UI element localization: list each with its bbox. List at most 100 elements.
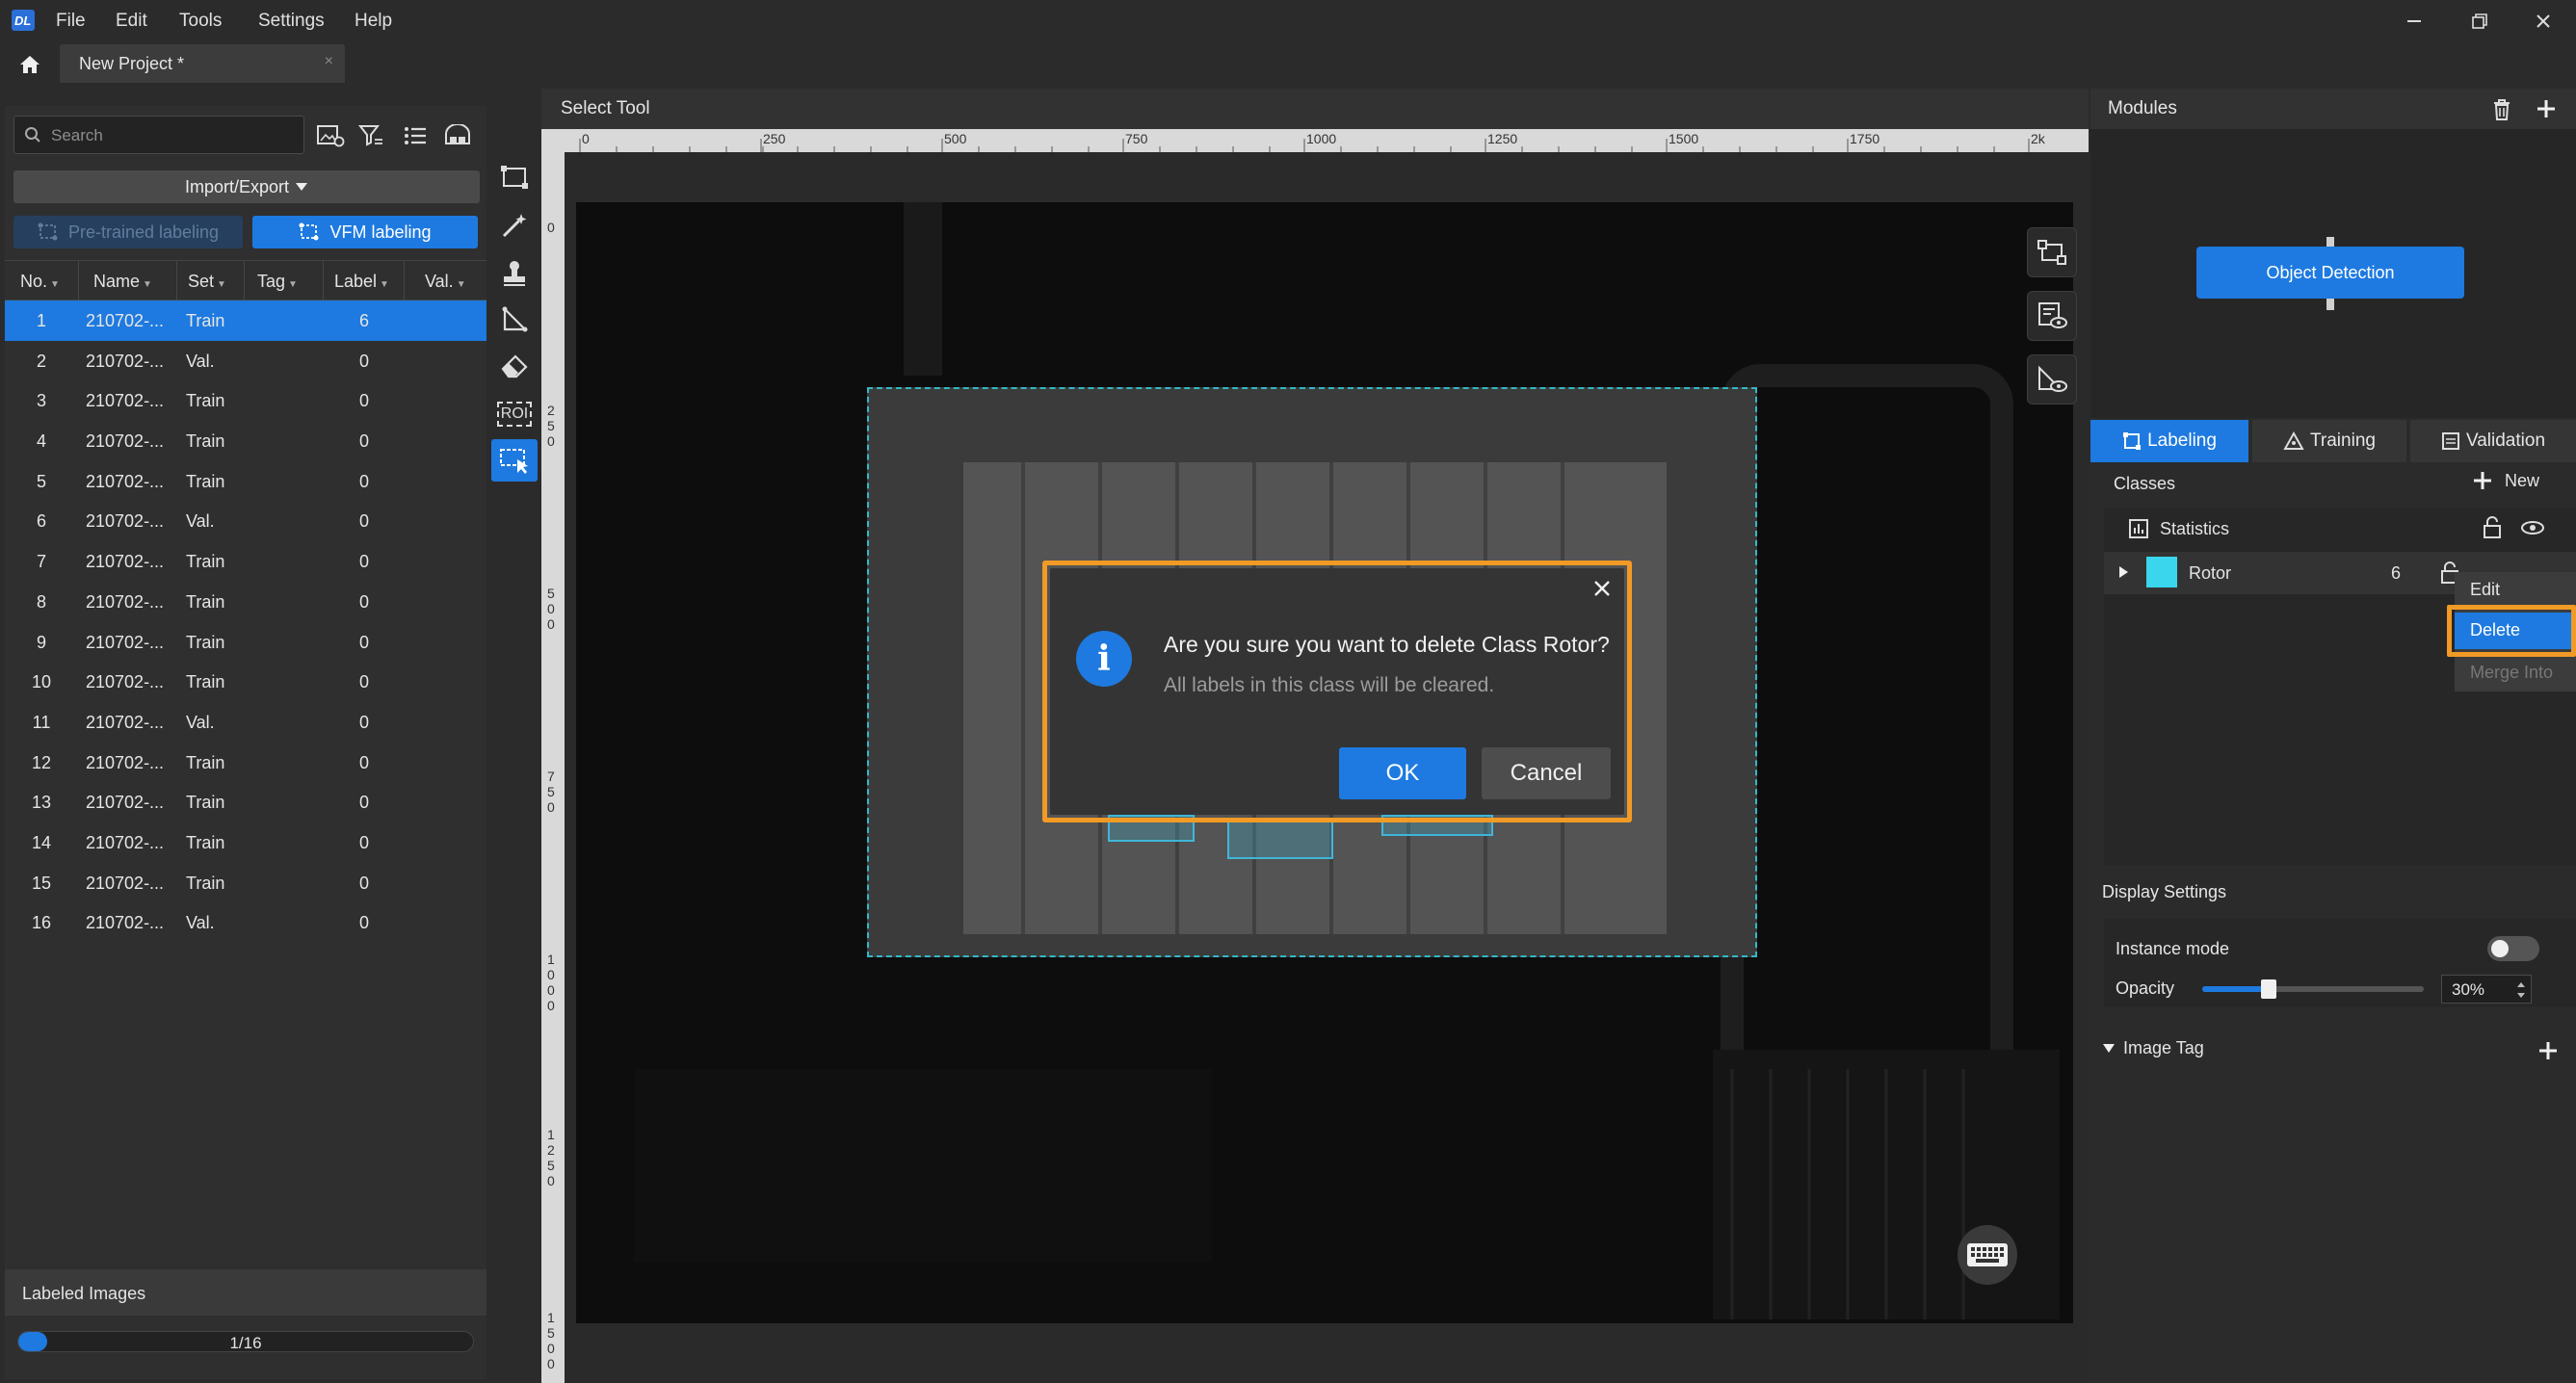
import-export-button[interactable]: Import/Export	[13, 170, 480, 203]
context-edit[interactable]: Edit	[2470, 580, 2500, 600]
col-divider	[323, 261, 324, 301]
table-row[interactable]: 8 210702-... Train 0	[5, 582, 486, 622]
col-no[interactable]: No. ▼	[20, 272, 60, 292]
col-name[interactable]: Name ▼	[93, 272, 152, 292]
row-label-count: 0	[358, 752, 369, 772]
table-row[interactable]: 14 210702-... Train 0	[5, 822, 486, 863]
restore-button[interactable]	[2464, 8, 2495, 35]
view-mask-button[interactable]	[2027, 354, 2077, 404]
view-labels-button[interactable]	[2027, 291, 2077, 341]
polygon-tool-button[interactable]	[491, 299, 538, 341]
col-label[interactable]: Label ▼	[334, 272, 389, 292]
expand-arrow-icon[interactable]	[2117, 565, 2129, 579]
row-number: 12	[31, 752, 52, 772]
validation-icon	[2441, 432, 2459, 450]
class-color-swatch[interactable]	[2146, 557, 2177, 587]
row-set: Train	[186, 471, 225, 491]
object-detection-module[interactable]: Object Detection	[2196, 247, 2464, 299]
dialog-message: Are you sure you want to delete Class Ro…	[1164, 632, 1610, 657]
plus-icon	[2474, 472, 2491, 489]
tab-new-project[interactable]: New Project * ×	[60, 44, 345, 83]
row-number: 11	[32, 712, 51, 732]
list-view-button[interactable]	[399, 119, 432, 152]
search-input[interactable]: Search	[13, 116, 304, 154]
table-row[interactable]: 12 210702-... Train 0	[5, 743, 486, 783]
table-row[interactable]: 1 210702-... Train 6	[5, 300, 486, 341]
col-val[interactable]: Val. ▼	[425, 272, 466, 292]
opacity-slider-thumb[interactable]	[2261, 979, 2276, 999]
row-label-count: 0	[358, 591, 369, 612]
tab-training[interactable]: Training	[2252, 420, 2406, 462]
row-number: 13	[31, 793, 52, 813]
row-name: 210702-...	[86, 471, 165, 491]
close-window-button[interactable]	[2528, 8, 2559, 35]
menu-settings[interactable]: Settings	[258, 11, 325, 32]
statistics-row[interactable]: Statistics	[2104, 509, 2576, 549]
minimize-button[interactable]	[2399, 8, 2430, 35]
row-label-count: 0	[358, 471, 369, 491]
table-row[interactable]: 13 210702-... Train 0	[5, 782, 486, 822]
row-name: 210702-...	[86, 832, 165, 852]
rect-tool-button[interactable]	[491, 156, 538, 198]
magic-wand-button[interactable]	[491, 204, 538, 247]
auto-label-icon	[299, 222, 319, 241]
canvas-tool-title: Select Tool	[561, 98, 650, 118]
table-row[interactable]: 2 210702-... Val. 0	[5, 341, 486, 381]
dialog-close-button[interactable]	[1588, 574, 1617, 603]
eye-icon[interactable]	[2520, 520, 2545, 535]
stamp-tool-button[interactable]	[491, 252, 538, 295]
menu-help[interactable]: Help	[355, 11, 392, 32]
delete-highlight-frame	[2447, 605, 2576, 657]
ok-button[interactable]: OK	[1339, 747, 1466, 799]
opacity-value: 30%	[2452, 980, 2485, 999]
image-tag-section[interactable]: Image Tag	[2102, 1038, 2204, 1058]
tab-labeling[interactable]: Labeling	[2090, 420, 2248, 462]
add-tag-icon[interactable]	[2537, 1040, 2559, 1061]
connect-points-button[interactable]	[2027, 227, 2077, 277]
ruler-label: 750	[1125, 131, 1148, 146]
add-module-icon[interactable]	[2536, 98, 2557, 119]
vfm-labeling-button[interactable]: VFM labeling	[252, 216, 478, 248]
table-row[interactable]: 10 210702-... Train 0	[5, 662, 486, 702]
shortcuts-button[interactable]	[1958, 1225, 2017, 1285]
row-label-count: 0	[358, 793, 369, 813]
row-name: 210702-...	[86, 913, 165, 933]
trash-icon[interactable]	[2491, 98, 2512, 121]
new-class-button[interactable]: New	[2472, 470, 2539, 491]
instance-mode-label: Instance mode	[2116, 939, 2230, 958]
select-tool-button[interactable]	[491, 439, 538, 482]
col-set[interactable]: Set ▼	[188, 272, 226, 292]
split-view-button[interactable]	[441, 119, 474, 152]
image-filter-button[interactable]	[314, 119, 347, 152]
table-row[interactable]: 4 210702-... Train 0	[5, 421, 486, 461]
table-row[interactable]: 3 210702-... Train 0	[5, 380, 486, 421]
menu-file[interactable]: File	[56, 11, 86, 32]
cancel-button[interactable]: Cancel	[1482, 747, 1611, 799]
table-row[interactable]: 15 210702-... Train 0	[5, 863, 486, 903]
row-name: 210702-...	[86, 431, 165, 452]
context-merge-into[interactable]: Merge Into	[2470, 663, 2553, 683]
opacity-spinbox[interactable]: 30%	[2441, 975, 2532, 1004]
spin-arrows-icon[interactable]	[2515, 979, 2527, 1001]
menu-tools[interactable]: Tools	[179, 11, 222, 32]
home-button[interactable]	[13, 48, 46, 81]
col-tag[interactable]: Tag ▼	[257, 272, 298, 292]
row-set: Train	[186, 591, 225, 612]
table-row[interactable]: 11 210702-... Val. 0	[5, 702, 486, 743]
eraser-tool-button[interactable]	[491, 345, 538, 387]
tab-close-icon[interactable]: ×	[325, 53, 333, 70]
filter-button[interactable]	[355, 119, 387, 152]
tab-validation[interactable]: Validation	[2410, 420, 2576, 462]
menu-edit[interactable]: Edit	[116, 11, 147, 32]
table-row[interactable]: 16 210702-... Val. 0	[5, 902, 486, 943]
roi-tool-button[interactable]: ROI	[491, 393, 538, 435]
unlock-icon[interactable]	[2482, 516, 2503, 539]
labeled-progress-text: 1/16	[229, 1334, 262, 1352]
table-row[interactable]: 9 210702-... Train 0	[5, 622, 486, 663]
table-row[interactable]: 5 210702-... Train 0	[5, 461, 486, 502]
search-placeholder: Search	[51, 126, 103, 144]
pretrained-labeling-button[interactable]: Pre-trained labeling	[13, 216, 243, 248]
table-row[interactable]: 6 210702-... Val. 0	[5, 501, 486, 541]
rotor-label-box[interactable]	[1227, 821, 1333, 859]
table-row[interactable]: 7 210702-... Train 0	[5, 541, 486, 582]
